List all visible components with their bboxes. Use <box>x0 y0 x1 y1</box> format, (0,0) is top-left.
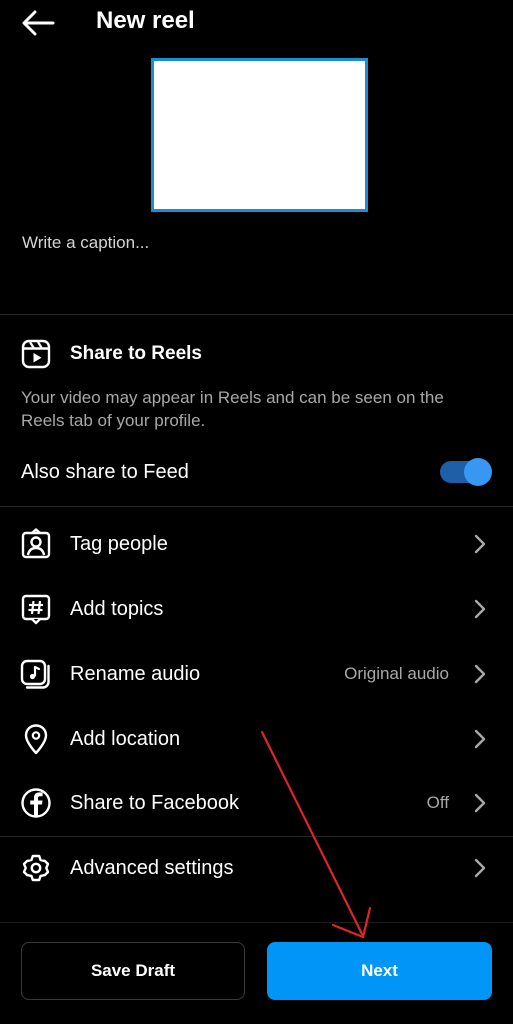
location-pin-icon <box>18 723 54 755</box>
menu-item-add-topics[interactable]: Add topics <box>0 581 513 637</box>
music-note-icon <box>18 658 54 690</box>
menu-item-advanced-settings[interactable]: Advanced settings <box>0 840 513 896</box>
menu-item-value: Off <box>426 793 449 812</box>
also-share-feed-row: Also share to Feed <box>0 452 513 492</box>
tag-people-icon <box>18 528 54 560</box>
arrow-left-icon <box>22 10 55 36</box>
caption-input[interactable] <box>20 228 494 258</box>
back-button[interactable] <box>18 6 58 40</box>
video-thumbnail[interactable] <box>151 58 368 212</box>
menu-item-label: Add topics <box>70 598 164 620</box>
save-draft-button[interactable]: Save Draft <box>21 942 245 1000</box>
divider <box>0 314 513 315</box>
also-share-feed-label: Also share to Feed <box>21 461 189 483</box>
menu-item-label: Advanced settings <box>70 857 234 879</box>
chevron-right-icon <box>470 791 490 815</box>
share-to-reels-description: Your video may appear in Reels and can b… <box>21 388 444 430</box>
share-to-reels-title: Share to Reels <box>70 343 202 364</box>
menu-item-rename-audio[interactable]: Rename audio Original audio <box>0 646 513 702</box>
menu-item-label: Rename audio <box>70 663 201 685</box>
page-title: New reel <box>96 7 195 34</box>
toggle-knob <box>464 458 492 486</box>
next-button[interactable]: Next <box>267 942 492 1000</box>
menu-item-label: Add location <box>70 728 181 750</box>
menu-item-label: Share to Facebook <box>70 792 239 814</box>
menu-item-add-location[interactable]: Add location <box>0 711 513 767</box>
menu-item-label: Tag people <box>70 533 168 555</box>
reels-icon <box>20 338 52 370</box>
footer-divider <box>0 922 513 923</box>
chevron-right-icon <box>470 727 490 751</box>
chevron-right-icon <box>470 662 490 686</box>
menu-item-tag-people[interactable]: Tag people <box>0 516 513 572</box>
menu-item-share-to-facebook[interactable]: Share to Facebook Off <box>0 775 513 831</box>
chevron-right-icon <box>470 532 490 556</box>
menu-item-value: Original audio <box>344 664 449 683</box>
chevron-right-icon <box>470 597 490 621</box>
chevron-right-icon <box>470 856 490 880</box>
header: New reel <box>0 0 513 46</box>
also-share-feed-toggle[interactable] <box>440 458 492 486</box>
hashtag-icon <box>18 593 54 625</box>
divider <box>0 836 513 837</box>
divider <box>0 506 513 507</box>
gear-icon <box>18 852 54 884</box>
facebook-icon <box>18 787 54 819</box>
